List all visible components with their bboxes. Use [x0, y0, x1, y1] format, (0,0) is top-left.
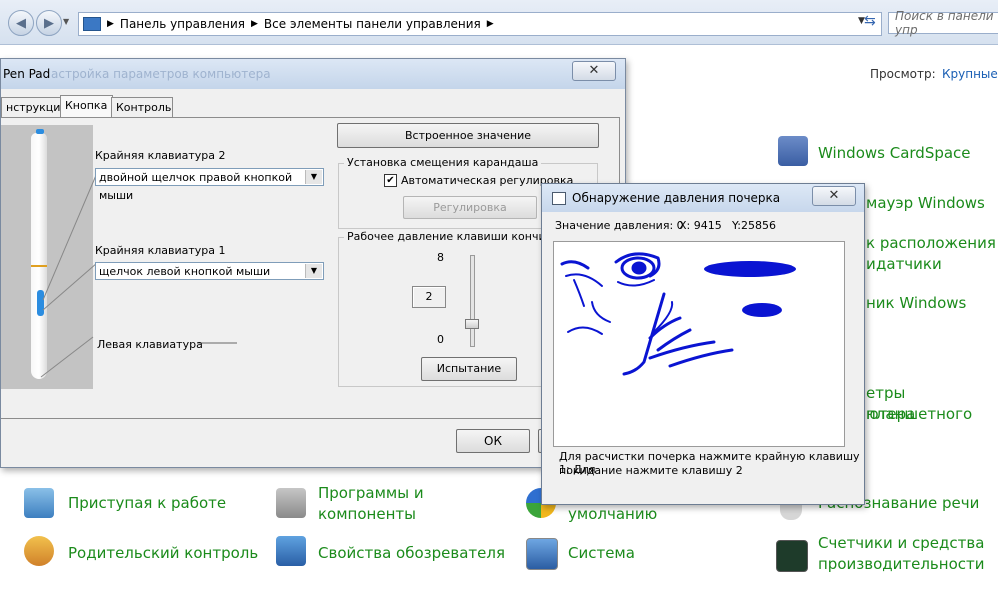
- ink-blob: [704, 261, 796, 277]
- ink-stroke: [573, 279, 585, 307]
- explorer-toolbar: ◀ ▶ ▼ ▶ Панель управления ▶ Все элементы…: [0, 0, 998, 45]
- chevron-right-icon: ▶: [251, 19, 258, 29]
- tab-control[interactable]: Контроль: [111, 97, 173, 118]
- cp-item-defender[interactable]: ник Windows: [866, 293, 966, 314]
- breadcrumb-all-items[interactable]: Все элементы панели управления: [264, 17, 481, 31]
- cp-item-performance-line1[interactable]: Счетчики и средства: [818, 533, 984, 554]
- auto-adjust-checkbox[interactable]: ✔: [384, 174, 397, 187]
- pen-pad-close-button[interactable]: ✕: [572, 61, 616, 81]
- cp-item-programs-line1[interactable]: Программы и: [318, 483, 424, 504]
- x-coordinate-label: X: 9415: [679, 219, 722, 232]
- cp-item-internet-options[interactable]: Свойства обозревателя: [318, 543, 505, 564]
- tab-control-label: Контроль: [116, 101, 172, 114]
- checkmark-icon: ✔: [386, 175, 395, 186]
- pressure-value-label: Значение давления: 0: [555, 219, 684, 232]
- test-button-label: Испытание: [436, 362, 502, 375]
- ink-stroke: [622, 292, 666, 376]
- ink-stroke: [560, 260, 590, 270]
- slider-min-label: 0: [437, 333, 444, 346]
- cp-item-default-programs[interactable]: умолчанию: [568, 504, 657, 525]
- chevron-down-icon: ▼: [305, 264, 322, 278]
- slider-value-box: 2: [412, 286, 446, 308]
- cp-item-location-line2[interactable]: датчики: [876, 254, 942, 275]
- ink-stroke: [668, 348, 734, 368]
- view-mode-link[interactable]: Крупные з: [942, 67, 998, 81]
- performance-icon: [776, 540, 808, 572]
- history-dropdown-icon[interactable]: ▼: [63, 17, 69, 26]
- parental-controls-icon: [24, 536, 54, 566]
- back-button[interactable]: ◀: [8, 10, 34, 36]
- chevron-down-icon: ▼: [305, 170, 322, 184]
- ink-stroke: [591, 301, 611, 323]
- search-input[interactable]: Поиск в панели упр: [888, 9, 998, 37]
- ink-stroke: [617, 279, 655, 287]
- system-icon: [526, 538, 558, 570]
- arrow-right-icon: ▶: [44, 15, 54, 31]
- pen-pad-subtitle: астройка параметров компьютера: [51, 67, 271, 81]
- breadcrumb-control-panel[interactable]: Панель управления: [120, 17, 245, 31]
- drawing-canvas[interactable]: [553, 241, 845, 447]
- tab-instruction[interactable]: нструкция: [1, 97, 68, 118]
- tab-button[interactable]: Кнопка: [60, 95, 113, 118]
- internet-options-icon: [276, 536, 306, 566]
- y-coordinate-label: Y:25856: [732, 219, 776, 232]
- slider-max-label: 8: [437, 251, 444, 264]
- arrow-left-icon: ◀: [16, 15, 26, 31]
- pressure-group-label: Рабочее давление клавиши кончика к: [344, 230, 573, 243]
- pressure-window-titlebar: Обнаружение давления почерка ✕: [542, 184, 864, 212]
- cp-item-firewall[interactable]: мауэр Windows: [866, 193, 985, 214]
- slider-value: 2: [425, 290, 433, 303]
- ink-stroke: [631, 261, 647, 275]
- address-bar[interactable]: ▶ Панель управления ▶ Все элементы панел…: [78, 12, 882, 36]
- ink-stroke: [567, 326, 603, 335]
- offset-group-label: Установка смещения карандаша: [344, 156, 542, 169]
- lower-key-value: щелчок левой кнопкой мыши: [99, 265, 271, 278]
- chevron-right-icon: ▶: [486, 19, 494, 29]
- ink-blob: [742, 303, 782, 317]
- pen-pad-titlebar: Pen Pad астройка параметров компьютера ✕: [1, 59, 625, 89]
- getting-started-icon: [24, 488, 54, 518]
- close-icon: ✕: [588, 63, 600, 78]
- upper-key-label: Крайняя клавиатура 2: [95, 149, 226, 162]
- pressure-window: Обнаружение давления почерка ✕ Значение …: [541, 183, 865, 505]
- control-panel-icon: [83, 17, 101, 31]
- cp-item-getting-started[interactable]: Приступая к работе: [68, 493, 226, 514]
- upper-key-select[interactable]: двойной щелчок правой кнопкой мыши ▼: [95, 168, 324, 202]
- refresh-icon: ⇆: [864, 13, 876, 29]
- left-key-label: Левая клавиатура: [97, 338, 203, 351]
- chevron-right-icon: ▶: [107, 19, 114, 29]
- default-value-button[interactable]: Встроенное значение: [337, 123, 599, 148]
- lower-key-label: Крайняя клавиатура 1: [95, 244, 226, 257]
- adjust-button-label: Регулировка: [433, 201, 507, 214]
- ink-stroke: [565, 273, 603, 287]
- lower-key-select[interactable]: щелчок левой кнопкой мыши ▼: [95, 262, 324, 280]
- hint-line-2: покидание нажмите клавишу 2: [559, 464, 743, 477]
- pen-pad-title: Pen Pad: [3, 67, 51, 81]
- tab-button-label: Кнопка: [65, 99, 108, 112]
- cp-item-programs-line2[interactable]: компоненты: [318, 504, 416, 525]
- cardspace-icon: [778, 136, 808, 166]
- view-label: Просмотр:: [870, 67, 936, 81]
- close-icon: ✕: [828, 188, 840, 203]
- forward-button[interactable]: ▶: [36, 10, 62, 36]
- test-button[interactable]: Испытание: [421, 357, 517, 381]
- cp-item-cardspace[interactable]: Windows CardSpace: [818, 143, 971, 164]
- pressure-slider-track[interactable]: [470, 255, 475, 347]
- tab-instruction-label: нструкция: [6, 101, 68, 114]
- ok-button[interactable]: ОК: [456, 429, 530, 453]
- cp-item-system[interactable]: Система: [568, 543, 635, 564]
- adjust-button[interactable]: Регулировка: [403, 196, 537, 219]
- app-window-icon: [552, 192, 566, 205]
- default-value-button-label: Встроенное значение: [404, 129, 532, 142]
- pressure-window-close-button[interactable]: ✕: [812, 186, 856, 206]
- pressure-window-title: Обнаружение давления почерка: [572, 191, 781, 205]
- cp-item-tablet-line2[interactable]: ютера: [866, 404, 915, 425]
- pressure-slider-thumb[interactable]: [465, 318, 479, 329]
- cp-item-parental[interactable]: Родительский контроль: [68, 543, 258, 564]
- pen-pad-dialog: Pen Pad астройка параметров компьютера ✕…: [0, 58, 626, 468]
- programs-icon: [276, 488, 306, 518]
- cp-item-performance-line2[interactable]: производительности: [818, 554, 984, 575]
- ok-button-label: ОК: [484, 434, 502, 448]
